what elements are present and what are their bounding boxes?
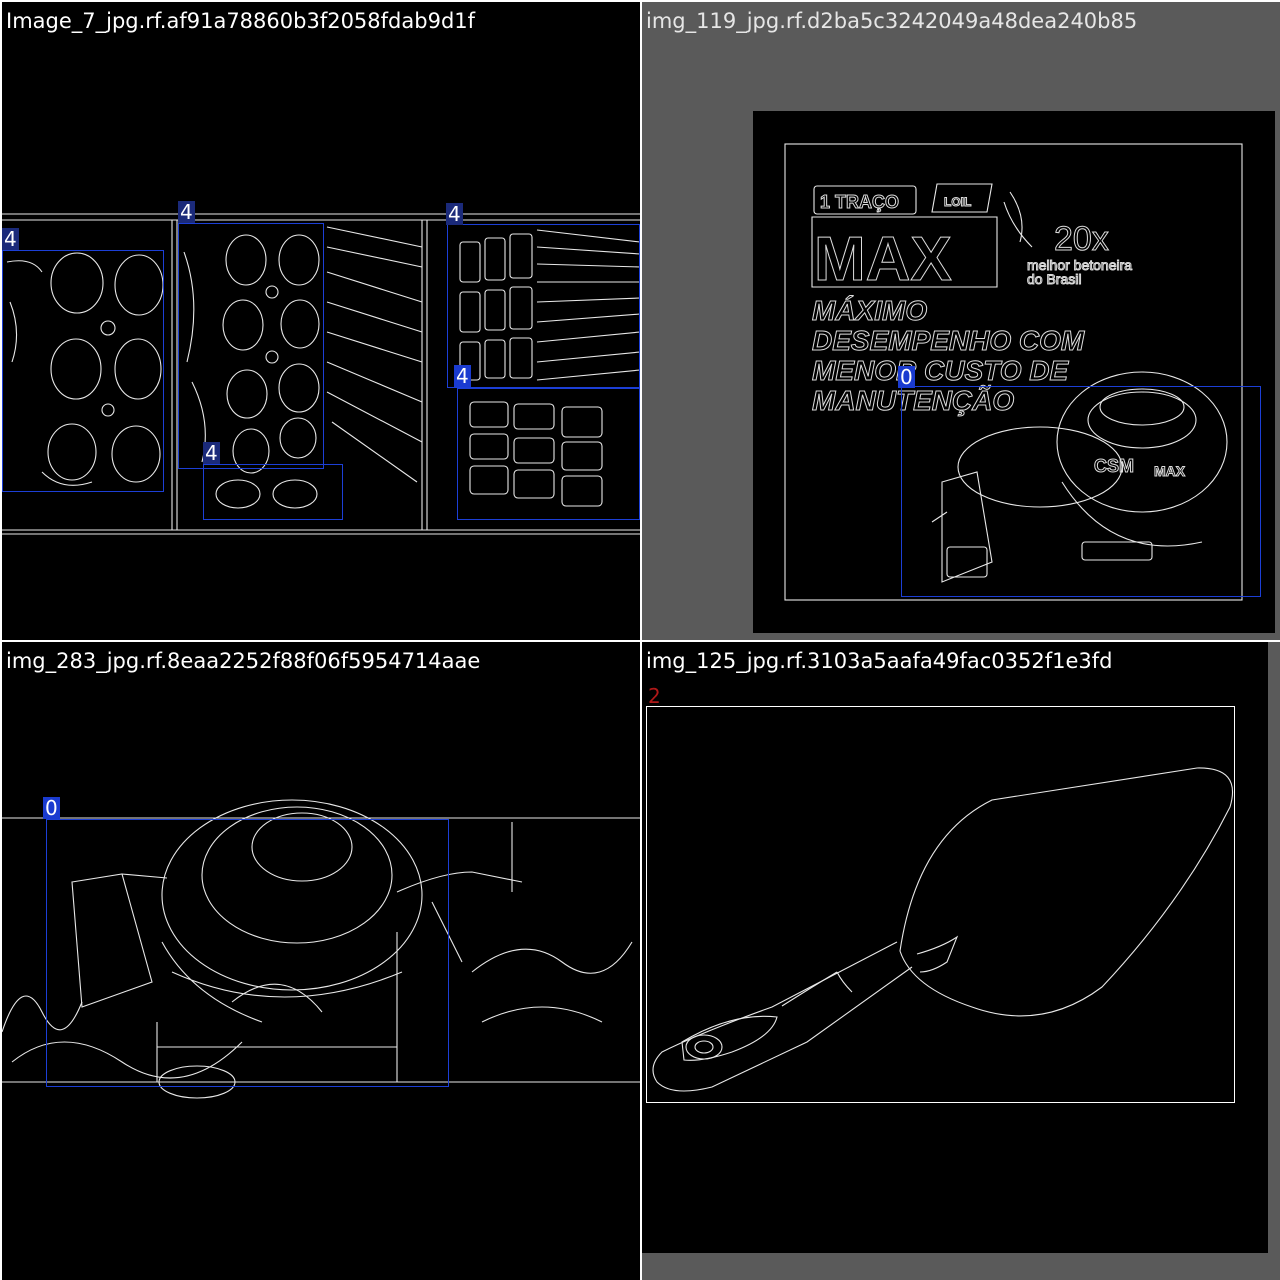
bbox-trowel xyxy=(646,706,1235,1103)
poster-small-tag: LOIL xyxy=(944,195,971,209)
poster-headline-3: MENOR CUSTO DE xyxy=(812,355,1069,386)
tile-title: img_119_jpg.rf.d2ba5c3242049a48dea240b85 xyxy=(646,9,1138,33)
tile-title: img_283_jpg.rf.8eaa2252f88f06f5954714aae xyxy=(6,649,481,673)
tile-title: img_125_jpg.rf.3103a5aafa49fac0352f1e3fd xyxy=(646,649,1113,673)
bbox-left-brick xyxy=(2,250,164,492)
poster-award-line2: do Brasil xyxy=(1027,271,1081,287)
bbox-right-bottom-stack xyxy=(457,388,640,520)
bbox-label: 0 xyxy=(898,365,915,389)
poster-brand: MAX xyxy=(814,225,952,294)
tile-poster: 1 TRAÇO LOIL MAX 20x melhor betoneira do… xyxy=(642,2,1280,640)
tile-mixer: img_283_jpg.rf.8eaa2252f88f06f5954714aae… xyxy=(2,642,640,1280)
tile-trowel: img_125_jpg.rf.3103a5aafa49fac0352f1e3fd… xyxy=(642,642,1280,1280)
bbox-label: 2 xyxy=(648,684,661,708)
bbox-bottom-brick xyxy=(203,464,343,520)
bbox-label: 0 xyxy=(43,796,60,820)
bbox-middle-brick xyxy=(178,223,324,469)
bbox-mixer xyxy=(901,386,1261,597)
bbox-right-top-stack xyxy=(447,224,640,388)
poster-badge: 1 TRAÇO xyxy=(820,192,899,212)
bbox-label: 4 xyxy=(203,441,220,465)
bbox-mixer xyxy=(46,819,449,1087)
tile-bricks: Image_7_jpg.rf.af91a78860b3f2058fdab9d1f… xyxy=(2,2,640,640)
poster-award-big: 20x xyxy=(1054,220,1109,258)
bbox-label: 4 xyxy=(454,364,471,388)
poster-headline-1: MÁXIMO xyxy=(812,295,927,326)
bbox-label: 4 xyxy=(178,200,195,224)
tile-title: Image_7_jpg.rf.af91a78860b3f2058fdab9d1f xyxy=(6,9,476,33)
grid-divider-horizontal xyxy=(0,640,1280,642)
poster-headline-2: DESEMPENHO COM xyxy=(812,325,1085,356)
bbox-label: 4 xyxy=(446,202,463,226)
bbox-label: 4 xyxy=(2,227,19,251)
